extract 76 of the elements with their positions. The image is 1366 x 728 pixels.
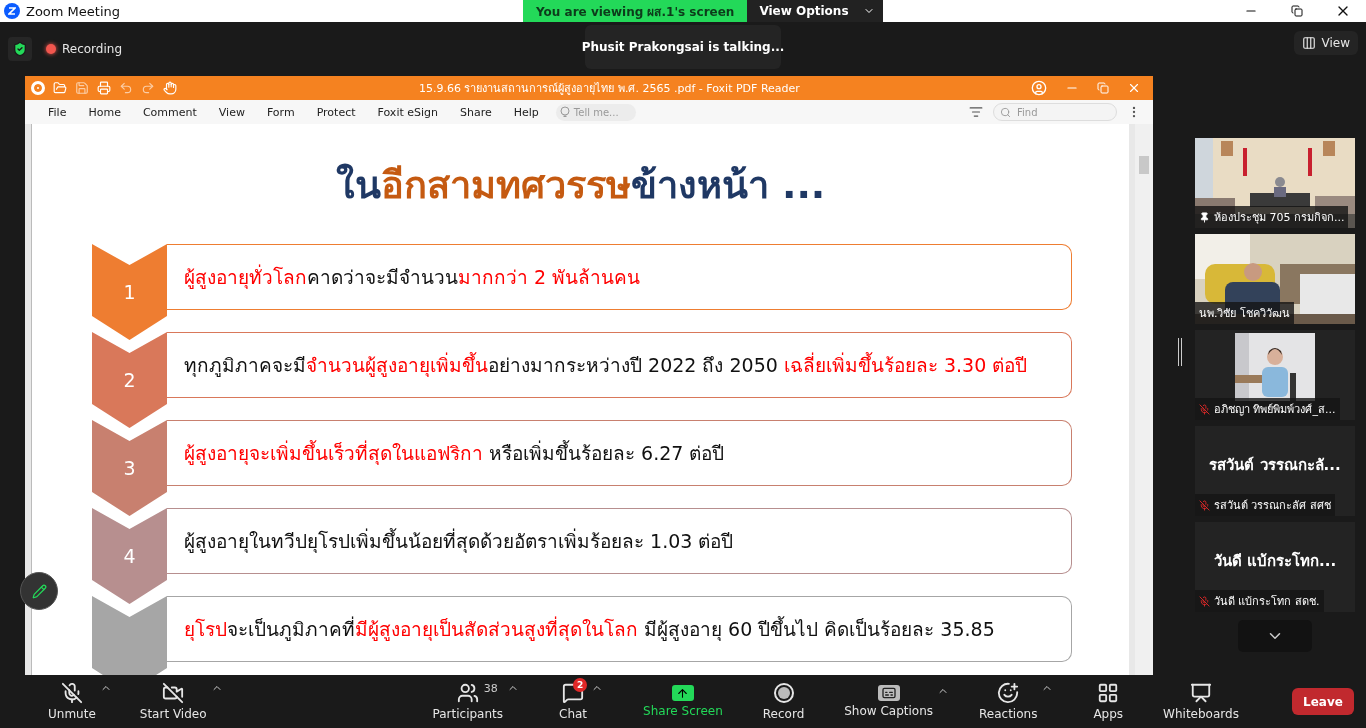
menu-item[interactable]: Help bbox=[502, 105, 550, 119]
reactions-button[interactable]: Reactions bbox=[979, 682, 1038, 721]
pencil-icon bbox=[31, 583, 47, 599]
participant-name-tag: อภิชญา ทิพย์พิมพ์วงศ์_ส... bbox=[1195, 398, 1340, 420]
menu-item[interactable]: Foxit eSign bbox=[366, 105, 449, 119]
record-button[interactable]: Record bbox=[762, 682, 805, 721]
statement-text: ผู้สูงอายุจะเพิ่มขึ้นเร็วที่สุดในแอฟริกา หรือเพิ่มขึ้นร้อยละ 6.27 ต่อปี bbox=[184, 440, 725, 466]
step-chevron: 3 bbox=[92, 420, 167, 516]
folder-icon[interactable] bbox=[53, 81, 67, 95]
menu-item[interactable]: Share bbox=[449, 105, 503, 119]
search-options-icon[interactable] bbox=[969, 105, 983, 119]
menu-item[interactable]: File bbox=[37, 105, 78, 119]
menu-item[interactable]: Home bbox=[77, 105, 132, 119]
window-title: Zoom Meeting bbox=[26, 3, 121, 19]
talking-indicator: Phusit Prakongsai is talking... bbox=[585, 25, 781, 69]
captions-button[interactable]: Show Captions bbox=[844, 685, 934, 718]
share-screen-icon bbox=[671, 685, 694, 701]
layout-icon bbox=[1301, 36, 1316, 50]
participant-name-tag: ห้องประชุม 705 กรมกิจก... bbox=[1195, 206, 1349, 228]
leave-button[interactable]: Leave bbox=[1292, 688, 1354, 715]
restore-icon bbox=[1291, 5, 1303, 17]
hand-tool-icon[interactable] bbox=[163, 81, 177, 95]
recording-label: Recording bbox=[62, 42, 123, 56]
apps-button[interactable]: Apps bbox=[1093, 682, 1124, 721]
foxit-logo-icon bbox=[31, 81, 45, 95]
mic-button[interactable]: Unmute bbox=[48, 682, 96, 721]
participant-count: 38 bbox=[483, 682, 498, 695]
captions-icon bbox=[877, 685, 900, 701]
statement-text: ยุโรปจะเป็นภูมิภาคที่มีผู้สูงอายุเป็นสัดส่วนสูงที่สุดในโลก มีผู้สูงอายุ 60 ปีขึ้นไป คิดเป็นร้อยละ 35.85 bbox=[184, 616, 995, 642]
restore-icon[interactable] bbox=[1097, 82, 1109, 94]
print-icon[interactable] bbox=[97, 81, 111, 95]
close-icon[interactable] bbox=[1127, 81, 1141, 95]
muted-microphone-icon bbox=[60, 682, 83, 704]
search-icon bbox=[1000, 106, 1011, 118]
statement-text: ผู้สูงอายุทั่วโลกคาดว่าจะมีจำนวนมากกว่า 2 พันล้านคน bbox=[184, 264, 641, 290]
lightbulb-icon bbox=[559, 106, 570, 118]
participants-button[interactable]: 38 Participants bbox=[432, 682, 504, 721]
whiteboard-icon bbox=[1190, 682, 1212, 704]
chat-icon bbox=[562, 682, 585, 704]
redo-icon[interactable] bbox=[141, 81, 155, 95]
view-options-button[interactable]: View Options bbox=[747, 0, 883, 22]
step-chevron: 4 bbox=[92, 508, 167, 604]
whiteboards-button[interactable]: Whiteboards bbox=[1163, 682, 1239, 721]
participant-name-tag: วันดี แบ้กระโทก สดช. bbox=[1195, 590, 1324, 612]
participants-icon bbox=[456, 682, 479, 704]
menu-item[interactable]: Form bbox=[255, 105, 306, 119]
smiley-icon bbox=[997, 682, 1020, 704]
slide-title: ในอีกสามทศวรรษข้างหน้า ... bbox=[334, 162, 827, 209]
menu-item[interactable]: View bbox=[207, 105, 256, 119]
participant-name-tag: รสวันต์ วรรณกะลัศ สศช bbox=[1195, 494, 1335, 516]
save-icon[interactable] bbox=[75, 81, 89, 95]
video-off-icon bbox=[162, 682, 185, 704]
recording-dot-icon bbox=[46, 44, 56, 54]
participant-display-name: วันดี แบ้กระโทก... bbox=[1213, 551, 1337, 572]
undo-icon[interactable] bbox=[119, 81, 133, 95]
menu-item[interactable]: Protect bbox=[305, 105, 367, 119]
participant-name-tag: นพ.วิชัย โชควิวัฒน bbox=[1195, 302, 1294, 324]
apps-icon bbox=[1097, 682, 1120, 704]
scrollbar[interactable] bbox=[1135, 124, 1153, 675]
security-shield-icon[interactable] bbox=[8, 37, 32, 61]
statement-text: ผู้สูงอายุในทวีปยุโรปเพิ่มขึ้นน้อยที่สุดด้วยอัตราเพิ่มร้อยละ 1.03 ต่อปี bbox=[184, 528, 734, 554]
statement-text: ทุกภูมิภาคจะมีจำนวนผู้สูงอายุเพิ่มขึ้นอย่างมากระหว่างปี 2022 ถึง 2050 เฉลี่ยเพิ่มขึ้นร้อยละ 3.30 ต่อปี bbox=[184, 352, 1028, 378]
viewing-banner: You are viewing ผส.1's screen bbox=[523, 0, 748, 22]
unread-badge: 2 bbox=[573, 678, 588, 692]
zoom-logo-icon bbox=[4, 3, 20, 19]
view-button[interactable]: View bbox=[1293, 31, 1358, 55]
video-button[interactable]: Start Video bbox=[139, 682, 207, 721]
step-chevron: 2 bbox=[92, 332, 167, 428]
menu-item[interactable]: Comment bbox=[131, 105, 208, 119]
participant-display-name: รสวันต์ วรรณกะลั... bbox=[1209, 455, 1341, 476]
document-title: 15.9.66 รายงานสถานการณ์ผู้สูงอายุไทย พ.ศ. 2565 .pdf - Foxit PDF Reader bbox=[419, 81, 800, 97]
share-button[interactable]: Share Screen bbox=[643, 685, 723, 718]
record-icon bbox=[772, 682, 795, 704]
user-account-icon[interactable] bbox=[1031, 80, 1047, 96]
step-chevron: 1 bbox=[92, 244, 167, 340]
panel-resize-handle[interactable] bbox=[1178, 338, 1182, 366]
